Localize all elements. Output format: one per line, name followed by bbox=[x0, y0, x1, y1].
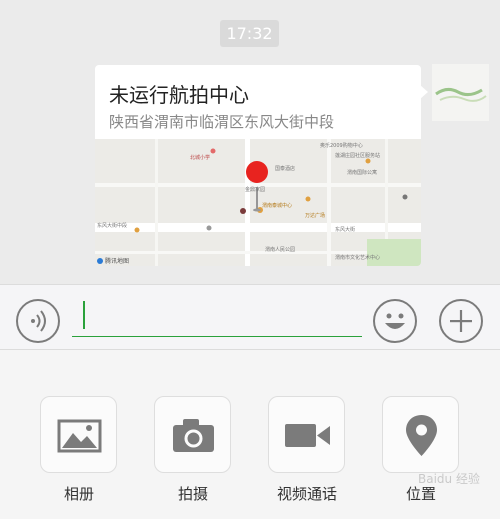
attachment-panel: 相册 拍摄 视频通话 位置 Baidu 经验 bbox=[0, 350, 500, 519]
map-preview[interactable]: 奥乐2009购物中心 莲湖庄园社区服务站 北城小学 渭南国际公寓 国泰酒店 金鼎… bbox=[95, 139, 421, 266]
emoji-icon bbox=[385, 313, 405, 329]
map-label: 东风大街中段 bbox=[97, 222, 127, 229]
location-address: 陕西省渭南市临渭区东风大街中段 bbox=[109, 113, 335, 131]
map-label: 东风大街 bbox=[335, 226, 355, 233]
map-label: 国泰酒店 bbox=[275, 165, 295, 172]
video-call-button[interactable] bbox=[268, 396, 345, 473]
user-avatar[interactable] bbox=[432, 64, 489, 121]
emoji-button[interactable] bbox=[373, 299, 417, 343]
location-icon bbox=[406, 415, 437, 456]
text-caret bbox=[83, 301, 85, 329]
message-input[interactable] bbox=[72, 299, 362, 337]
map-label: 渭南人民公园 bbox=[265, 246, 295, 253]
plus-icon bbox=[450, 310, 472, 332]
video-call-icon bbox=[285, 424, 330, 447]
location-title: 未运行航拍中心 bbox=[109, 83, 249, 107]
map-label: 渭南市文化艺术中心 bbox=[335, 254, 380, 261]
camera-label: 拍摄 bbox=[177, 485, 208, 503]
map-canvas: 奥乐2009购物中心 莲湖庄园社区服务站 北城小学 渭南国际公寓 国泰酒店 金鼎… bbox=[95, 139, 421, 266]
map-label: 金鼎家园 bbox=[245, 186, 265, 193]
more-options-button[interactable] bbox=[439, 299, 483, 343]
location-button[interactable] bbox=[382, 396, 459, 473]
video-call-label: 视频通话 bbox=[276, 485, 337, 503]
chat-area: 17:32 未运行航拍中心 陕西省渭南市临渭区东风大街中段 奥乐2009购物中心… bbox=[0, 0, 500, 284]
voice-icon bbox=[31, 310, 46, 332]
map-label: 渭南国际公寓 bbox=[347, 169, 377, 176]
map-label: 万达广场 bbox=[305, 212, 325, 219]
location-pin-icon bbox=[246, 161, 268, 183]
watermark-text: Baidu 经验 bbox=[418, 472, 480, 486]
map-label: 莲湖庄园社区服务站 bbox=[335, 152, 380, 159]
map-label: 渭南泰城中心 bbox=[262, 202, 292, 209]
photo-album-icon bbox=[57, 419, 102, 453]
avatar-image bbox=[432, 64, 489, 121]
chat-input-bar bbox=[0, 284, 500, 350]
map-label: 奥乐2009购物中心 bbox=[320, 142, 363, 149]
voice-toggle-button[interactable] bbox=[16, 299, 60, 343]
camera-icon bbox=[173, 419, 214, 452]
map-brand-label: 腾讯地图 bbox=[105, 257, 129, 265]
album-label: 相册 bbox=[63, 485, 94, 503]
watermark: Baidu 经验 bbox=[418, 470, 498, 514]
camera-button[interactable] bbox=[154, 396, 231, 473]
album-button[interactable] bbox=[40, 396, 117, 473]
map-label: 北城小学 bbox=[190, 154, 210, 161]
timestamp-pill: 17:32 bbox=[220, 20, 279, 47]
location-message-bubble[interactable]: 未运行航拍中心 陕西省渭南市临渭区东风大街中段 奥乐2009购物中心 莲湖庄园社… bbox=[95, 65, 428, 266]
